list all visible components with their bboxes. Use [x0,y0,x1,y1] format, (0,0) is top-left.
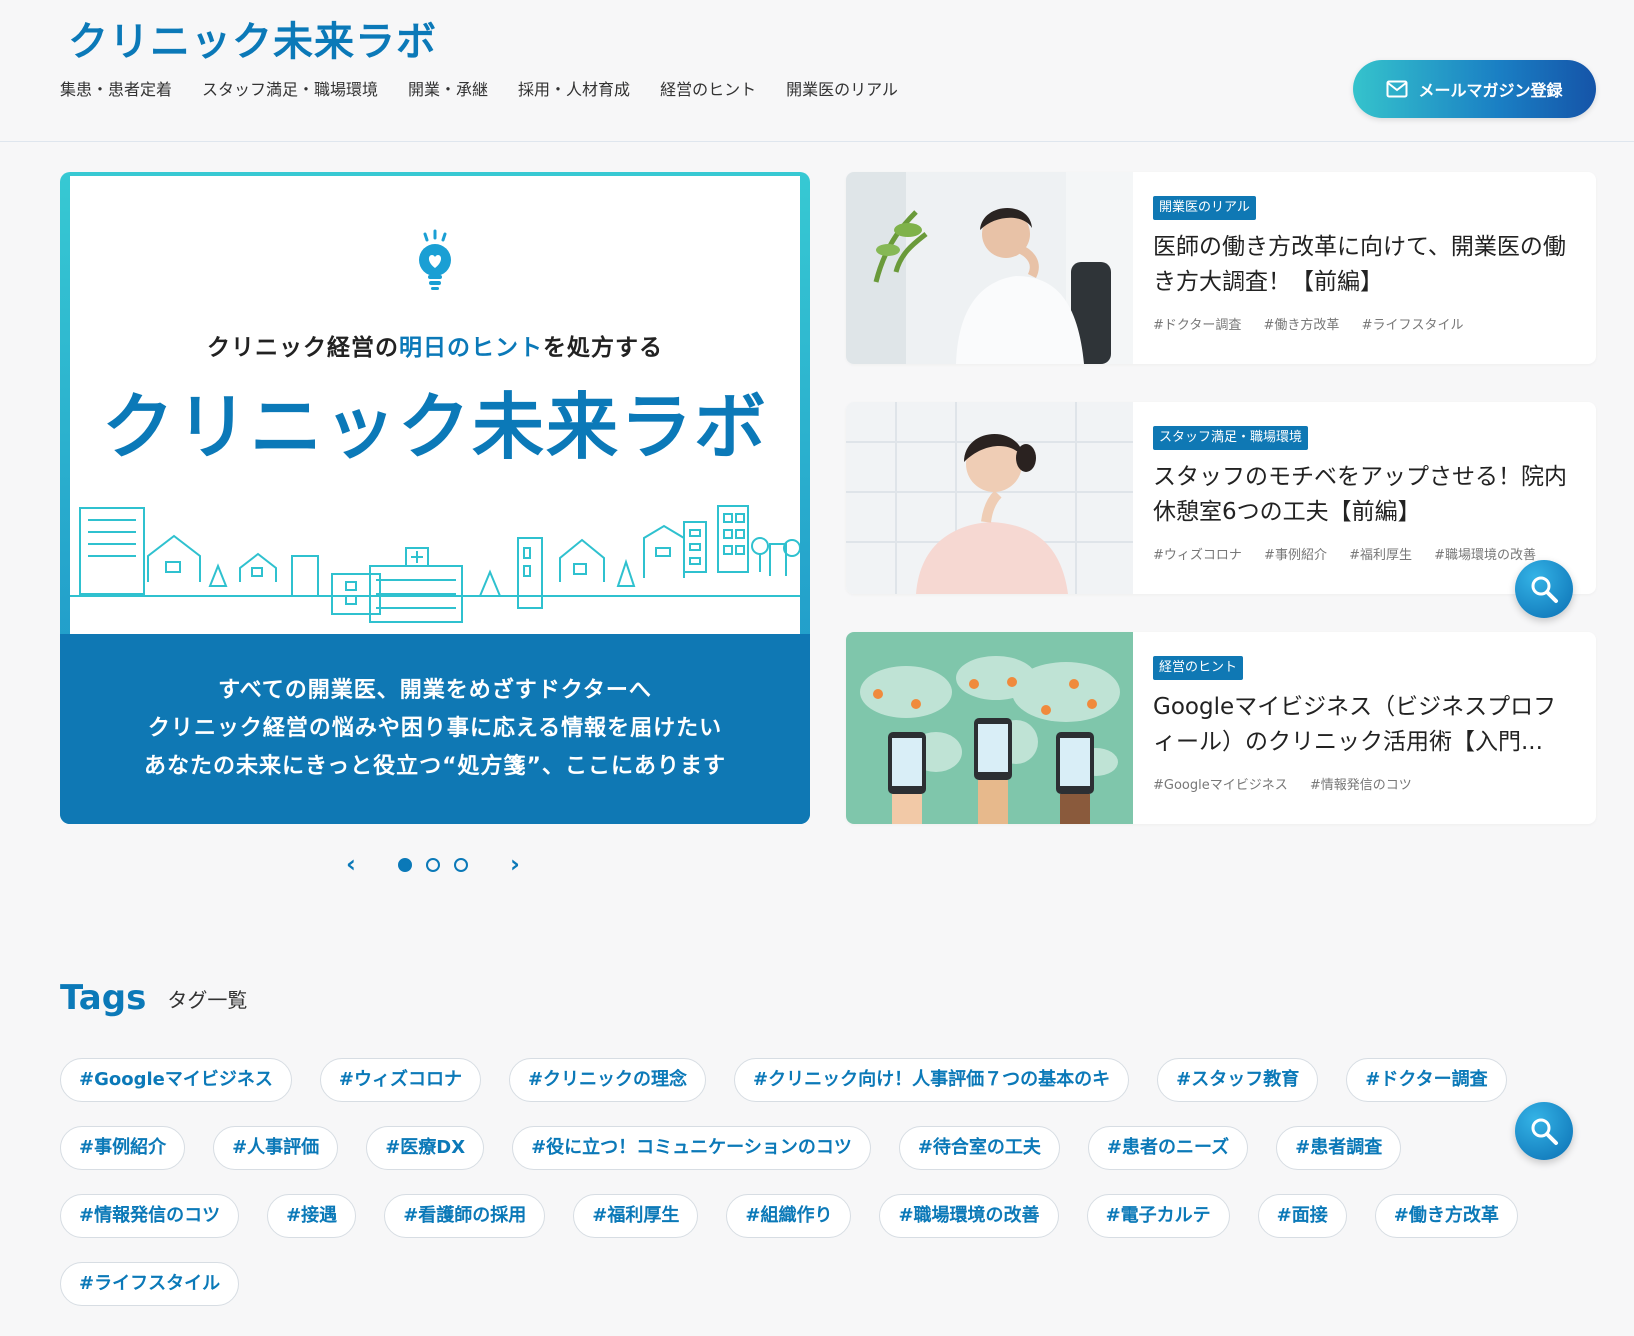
tag-chip[interactable]: #クリニックの理念 [508,1058,707,1102]
category-badge[interactable]: 経営のヒント [1153,656,1244,680]
article-thumbnail [846,402,1133,594]
lightbulb-icon [419,229,451,290]
hero-visual: クリニック経営の明日のヒントを処方する クリニック未来ラボ [70,176,800,634]
newsletter-button[interactable]: メールマガジン登録 [1353,60,1596,118]
article-thumbnail [846,172,1133,364]
tags-title-ja: タグ一覧 [167,987,248,1012]
tag-chip[interactable]: #福利厚生 [573,1194,699,1238]
hero-line-1: すべての開業医、開業をめざすドクターへ [218,678,652,703]
article-tag[interactable]: #Googleマイビジネス [1153,778,1288,793]
tag-chip[interactable]: #接遇 [267,1194,357,1238]
article-tag[interactable]: #職場環境の改善 [1434,548,1536,563]
hero-tagline-post: を処方する [543,335,663,361]
tag-chip[interactable]: #ライフスタイル [60,1262,240,1306]
article-body: スタッフ満足・職場環境 スタッフのモチベをアップさせる！院内休憩室6つの工夫【前… [1153,426,1573,563]
category-badge[interactable]: スタッフ満足・職場環境 [1153,426,1309,450]
tag-chip[interactable]: #ドクター調査 [1346,1058,1507,1102]
nav-item-patients[interactable]: 集患・患者定着 [60,76,172,104]
hero-message: すべての開業医、開業をめざすドクターへ クリニック経営の悩みや困り事に応える情報… [60,634,810,824]
article-tags: #Googleマイビジネス #情報発信のコツ [1153,774,1573,793]
nav-item-staff[interactable]: スタッフ満足・職場環境 [202,76,378,104]
tags-title-en: Tags [60,978,147,1018]
article-title[interactable]: スタッフのモチベをアップさせる！院内休憩室6つの工夫【前編】 [1153,460,1573,530]
nav-item-recruit[interactable]: 採用・人材育成 [518,76,630,104]
search-icon [1531,1118,1558,1145]
article-tags: #ウィズコロナ #事例紹介 #福利厚生 #職場環境の改善 [1153,544,1573,563]
tag-chip[interactable]: #働き方改革 [1374,1194,1518,1238]
tag-chip[interactable]: #人事評価 [213,1126,339,1170]
slider-controls: ‹ › [340,850,530,880]
slider-dot-3[interactable] [454,858,468,872]
tag-chip[interactable]: #情報発信のコツ [60,1194,240,1238]
hero-line-2: クリニック経営の悩みや困り事に応える情報を届けたい [147,716,723,741]
slider-prev-button[interactable]: ‹ [346,852,356,876]
article-tags: #ドクター調査 #働き方改革 #ライフスタイル [1153,314,1573,333]
nav-item-opening[interactable]: 開業・承継 [408,76,488,104]
article-title[interactable]: 医師の働き方改革に向けて、開業医の働き方大調査！【前編】 [1153,230,1573,300]
tag-chip[interactable]: #看護師の採用 [384,1194,546,1238]
article-tag[interactable]: #ライフスタイル [1362,318,1464,333]
hero-logo: クリニック未来ラボ [101,385,768,469]
article-card[interactable]: 開業医のリアル 医師の働き方改革に向けて、開業医の働き方大調査！【前編】 #ドク… [846,172,1596,364]
article-tag[interactable]: #ウィズコロナ [1153,548,1242,563]
hero-tagline-highlight: 明日のヒント [399,335,543,361]
site-logo[interactable]: クリニック未来ラボ [68,14,437,70]
tag-chip[interactable]: #患者のニーズ [1087,1126,1249,1170]
nav-item-management[interactable]: 経営のヒント [660,76,756,104]
tag-chip[interactable]: #ウィズコロナ [319,1058,481,1102]
tag-chip[interactable]: #組織作り [726,1194,852,1238]
category-badge[interactable]: 開業医のリアル [1153,196,1256,220]
search-button[interactable] [1515,1102,1573,1160]
tags-heading: Tags タグ一覧 [60,978,247,1022]
site-header: クリニック未来ラボ 集患・患者定着 スタッフ満足・職場環境 開業・承継 採用・人… [0,0,1634,142]
slider-dot-1[interactable] [398,858,412,872]
article-body: 経営のヒント Googleマイビジネス（ビジネスプロフィール）のクリニック活用術… [1153,656,1573,793]
hero-tagline-pre: クリニック経営の [207,335,399,361]
article-tag[interactable]: #ドクター調査 [1153,318,1241,333]
slider-dot-2[interactable] [426,858,440,872]
article-body: 開業医のリアル 医師の働き方改革に向けて、開業医の働き方大調査！【前編】 #ドク… [1153,196,1573,333]
mail-icon [1386,80,1408,98]
tag-chip[interactable]: #電子カルテ [1086,1194,1230,1238]
newsletter-label: メールマガジン登録 [1418,81,1563,100]
city-illustration [70,505,800,623]
article-card[interactable]: 経営のヒント Googleマイビジネス（ビジネスプロフィール）のクリニック活用術… [846,632,1596,824]
search-button[interactable] [1515,560,1573,618]
article-tag[interactable]: #福利厚生 [1349,548,1412,563]
tag-chip[interactable]: #面接 [1257,1194,1347,1238]
article-title[interactable]: Googleマイビジネス（ビジネスプロフィール）のクリニック活用術【入門... [1153,690,1573,760]
slider-next-button[interactable]: › [510,852,520,876]
tag-chip[interactable]: #スタッフ教育 [1157,1058,1319,1102]
tag-chip[interactable]: #医療DX [366,1126,485,1170]
article-thumbnail [846,632,1133,824]
tag-chip[interactable]: #待合室の工夫 [898,1126,1060,1170]
hero-tagline: クリニック経営の明日のヒントを処方する [70,328,800,362]
nav-item-real[interactable]: 開業医のリアル [786,76,898,104]
tag-chip[interactable]: #Googleマイビジネス [60,1058,292,1102]
tag-chip[interactable]: #職場環境の改善 [879,1194,1059,1238]
tag-chip[interactable]: #患者調査 [1276,1126,1402,1170]
tag-chip[interactable]: #役に立つ！コミュニケーションのコツ [512,1126,871,1170]
article-tag[interactable]: #事例紹介 [1264,548,1327,563]
tag-chip[interactable]: #クリニック向け！人事評価７つの基本のキ [734,1058,1130,1102]
tag-chip[interactable]: #事例紹介 [60,1126,186,1170]
hero-line-3: あなたの未来にきっと役立つ“処方箋”、ここにあります [143,754,727,779]
search-icon [1531,576,1558,603]
tag-cloud: #Googleマイビジネス #ウィズコロナ #クリニックの理念 #クリニック向け… [60,1058,1560,1306]
article-tag[interactable]: #働き方改革 [1264,318,1340,333]
hero-slide[interactable]: クリニック経営の明日のヒントを処方する クリニック未来ラボ すべての開業医、開業… [60,172,810,824]
article-card[interactable]: スタッフ満足・職場環境 スタッフのモチベをアップさせる！院内休憩室6つの工夫【前… [846,402,1596,594]
global-nav: 集患・患者定着 スタッフ満足・職場環境 開業・承継 採用・人材育成 経営のヒント… [60,76,928,104]
article-tag[interactable]: #情報発信のコツ [1310,778,1412,793]
